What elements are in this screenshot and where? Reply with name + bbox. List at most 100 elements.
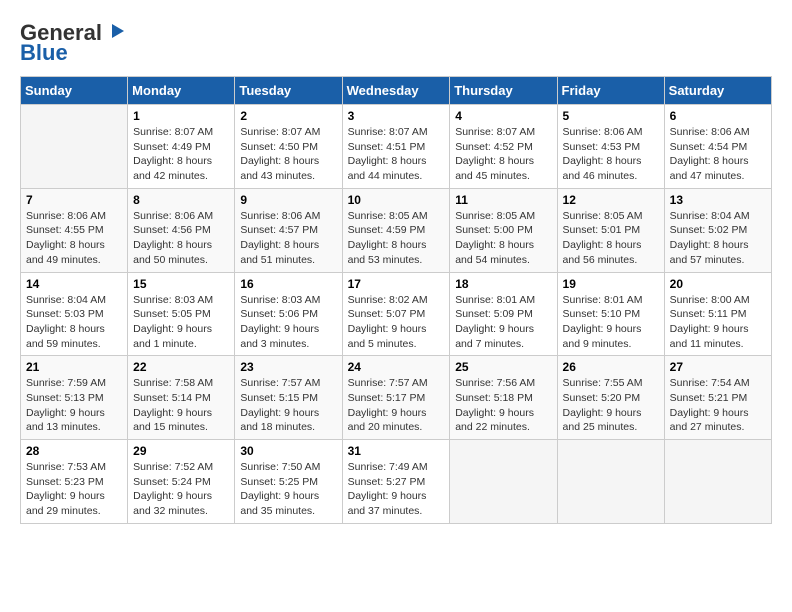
calendar-cell: 21 Sunrise: 7:59 AMSunset: 5:13 PMDayligh…	[21, 356, 128, 440]
day-number: 19	[563, 277, 659, 291]
day-number: 17	[348, 277, 445, 291]
day-info: Sunrise: 8:05 AMSunset: 5:01 PMDaylight:…	[563, 209, 659, 268]
calendar-cell: 23 Sunrise: 7:57 AMSunset: 5:15 PMDayligh…	[235, 356, 342, 440]
calendar-cell: 5Sunrise: 8:06 AMSunset: 4:53 PMDaylight…	[557, 105, 664, 189]
calendar-week-row: 1Sunrise: 8:07 AMSunset: 4:49 PMDaylight…	[21, 105, 772, 189]
calendar-cell: 15Sunrise: 8:03 AMSunset: 5:05 PMDayligh…	[128, 272, 235, 356]
calendar-cell: 22 Sunrise: 7:58 AMSunset: 5:14 PMDayligh…	[128, 356, 235, 440]
day-number: 30	[240, 444, 336, 458]
day-info: Sunrise: 7:57 AMSunset: 5:17 PMDaylight:…	[348, 376, 445, 435]
day-info: Sunrise: 7:58 AMSunset: 5:14 PMDaylight:…	[133, 376, 229, 435]
calendar-cell	[557, 440, 664, 524]
logo-blue: Blue	[20, 40, 68, 66]
weekday-header: Friday	[557, 77, 664, 105]
day-number: 9	[240, 193, 336, 207]
calendar-cell: 17 Sunrise: 8:02 AMSunset: 5:07 PMDayligh…	[342, 272, 450, 356]
day-info: Sunrise: 7:54 AMSunset: 5:21 PMDaylight:…	[670, 376, 766, 435]
calendar-cell	[664, 440, 771, 524]
day-number: 13	[670, 193, 766, 207]
day-info: Sunrise: 7:59 AMSunset: 5:13 PMDaylight:…	[26, 376, 122, 435]
day-info: Sunrise: 8:04 AMSunset: 5:03 PMDaylight:…	[26, 293, 122, 352]
day-info: Sunrise: 8:07 AMSunset: 4:51 PMDaylight:…	[348, 125, 445, 184]
calendar-cell: 2Sunrise: 8:07 AMSunset: 4:50 PMDaylight…	[235, 105, 342, 189]
calendar-cell: 24 Sunrise: 7:57 AMSunset: 5:17 PMDayligh…	[342, 356, 450, 440]
calendar-week-row: 28 Sunrise: 7:53 AMSunset: 5:23 PMDayligh…	[21, 440, 772, 524]
day-info: Sunrise: 8:06 AMSunset: 4:54 PMDaylight:…	[670, 125, 766, 184]
day-number: 4	[455, 109, 551, 123]
day-number: 12	[563, 193, 659, 207]
day-number: 23	[240, 360, 336, 374]
calendar-week-row: 7Sunrise: 8:06 AMSunset: 4:55 PMDaylight…	[21, 188, 772, 272]
day-number: 11	[455, 193, 551, 207]
day-info: Sunrise: 8:02 AMSunset: 5:07 PMDaylight:…	[348, 293, 445, 352]
day-number: 10	[348, 193, 445, 207]
day-number: 18	[455, 277, 551, 291]
calendar-cell: 29 Sunrise: 7:52 AMSunset: 5:24 PMDayligh…	[128, 440, 235, 524]
weekday-header: Monday	[128, 77, 235, 105]
calendar-cell: 26Sunrise: 7:55 AMSunset: 5:20 PMDayligh…	[557, 356, 664, 440]
logo-icon	[104, 20, 126, 42]
weekday-header: Wednesday	[342, 77, 450, 105]
day-number: 20	[670, 277, 766, 291]
day-number: 16	[240, 277, 336, 291]
calendar-cell: 7Sunrise: 8:06 AMSunset: 4:55 PMDaylight…	[21, 188, 128, 272]
day-number: 26	[563, 360, 659, 374]
day-info: Sunrise: 7:49 AMSunset: 5:27 PMDaylight:…	[348, 460, 445, 519]
day-number: 21	[26, 360, 122, 374]
calendar-week-row: 21 Sunrise: 7:59 AMSunset: 5:13 PMDayligh…	[21, 356, 772, 440]
calendar-table: SundayMondayTuesdayWednesdayThursdayFrid…	[20, 76, 772, 524]
day-number: 14	[26, 277, 122, 291]
calendar-cell: 14 Sunrise: 8:04 AMSunset: 5:03 PMDayligh…	[21, 272, 128, 356]
day-number: 3	[348, 109, 445, 123]
day-info: Sunrise: 8:05 AMSunset: 5:00 PMDaylight:…	[455, 209, 551, 268]
day-info: Sunrise: 7:53 AMSunset: 5:23 PMDaylight:…	[26, 460, 122, 519]
calendar-cell: 18 Sunrise: 8:01 AMSunset: 5:09 PMDayligh…	[450, 272, 557, 356]
calendar-cell: 20 Sunrise: 8:00 AMSunset: 5:11 PMDayligh…	[664, 272, 771, 356]
day-number: 22	[133, 360, 229, 374]
calendar-cell: 3 Sunrise: 8:07 AMSunset: 4:51 PMDaylight…	[342, 105, 450, 189]
day-number: 24	[348, 360, 445, 374]
day-info: Sunrise: 8:05 AMSunset: 4:59 PMDaylight:…	[348, 209, 445, 268]
day-info: Sunrise: 8:01 AMSunset: 5:09 PMDaylight:…	[455, 293, 551, 352]
calendar-cell: 28 Sunrise: 7:53 AMSunset: 5:23 PMDayligh…	[21, 440, 128, 524]
day-info: Sunrise: 7:57 AMSunset: 5:15 PMDaylight:…	[240, 376, 336, 435]
calendar-cell: 10 Sunrise: 8:05 AMSunset: 4:59 PMDayligh…	[342, 188, 450, 272]
calendar-week-row: 14 Sunrise: 8:04 AMSunset: 5:03 PMDayligh…	[21, 272, 772, 356]
day-info: Sunrise: 8:06 AMSunset: 4:55 PMDaylight:…	[26, 209, 122, 268]
calendar-cell	[450, 440, 557, 524]
calendar-cell: 8Sunrise: 8:06 AMSunset: 4:56 PMDaylight…	[128, 188, 235, 272]
calendar-cell: 11 Sunrise: 8:05 AMSunset: 5:00 PMDayligh…	[450, 188, 557, 272]
day-info: Sunrise: 8:04 AMSunset: 5:02 PMDaylight:…	[670, 209, 766, 268]
logo: General Blue	[20, 20, 126, 66]
day-number: 29	[133, 444, 229, 458]
day-number: 6	[670, 109, 766, 123]
calendar-cell: 31 Sunrise: 7:49 AMSunset: 5:27 PMDayligh…	[342, 440, 450, 524]
day-info: Sunrise: 8:01 AMSunset: 5:10 PMDaylight:…	[563, 293, 659, 352]
calendar-cell: 4Sunrise: 8:07 AMSunset: 4:52 PMDaylight…	[450, 105, 557, 189]
day-info: Sunrise: 8:06 AMSunset: 4:57 PMDaylight:…	[240, 209, 336, 268]
calendar-cell: 1Sunrise: 8:07 AMSunset: 4:49 PMDaylight…	[128, 105, 235, 189]
calendar-cell: 30Sunrise: 7:50 AMSunset: 5:25 PMDayligh…	[235, 440, 342, 524]
day-info: Sunrise: 8:00 AMSunset: 5:11 PMDaylight:…	[670, 293, 766, 352]
day-number: 27	[670, 360, 766, 374]
day-number: 8	[133, 193, 229, 207]
page-header: General Blue	[20, 20, 772, 66]
day-info: Sunrise: 8:06 AMSunset: 4:53 PMDaylight:…	[563, 125, 659, 184]
calendar-cell: 6 Sunrise: 8:06 AMSunset: 4:54 PMDaylight…	[664, 105, 771, 189]
day-info: Sunrise: 7:52 AMSunset: 5:24 PMDaylight:…	[133, 460, 229, 519]
calendar-cell: 19 Sunrise: 8:01 AMSunset: 5:10 PMDayligh…	[557, 272, 664, 356]
day-info: Sunrise: 8:07 AMSunset: 4:50 PMDaylight:…	[240, 125, 336, 184]
calendar-cell: 16Sunrise: 8:03 AMSunset: 5:06 PMDayligh…	[235, 272, 342, 356]
day-number: 25	[455, 360, 551, 374]
day-number: 31	[348, 444, 445, 458]
calendar-cell: 25Sunrise: 7:56 AMSunset: 5:18 PMDayligh…	[450, 356, 557, 440]
calendar-cell: 9 Sunrise: 8:06 AMSunset: 4:57 PMDaylight…	[235, 188, 342, 272]
weekday-header-row: SundayMondayTuesdayWednesdayThursdayFrid…	[21, 77, 772, 105]
day-info: Sunrise: 8:03 AMSunset: 5:05 PMDaylight:…	[133, 293, 229, 352]
weekday-header: Tuesday	[235, 77, 342, 105]
day-number: 28	[26, 444, 122, 458]
day-number: 1	[133, 109, 229, 123]
calendar-cell: 27 Sunrise: 7:54 AMSunset: 5:21 PMDayligh…	[664, 356, 771, 440]
calendar-cell	[21, 105, 128, 189]
calendar-cell: 13 Sunrise: 8:04 AMSunset: 5:02 PMDayligh…	[664, 188, 771, 272]
